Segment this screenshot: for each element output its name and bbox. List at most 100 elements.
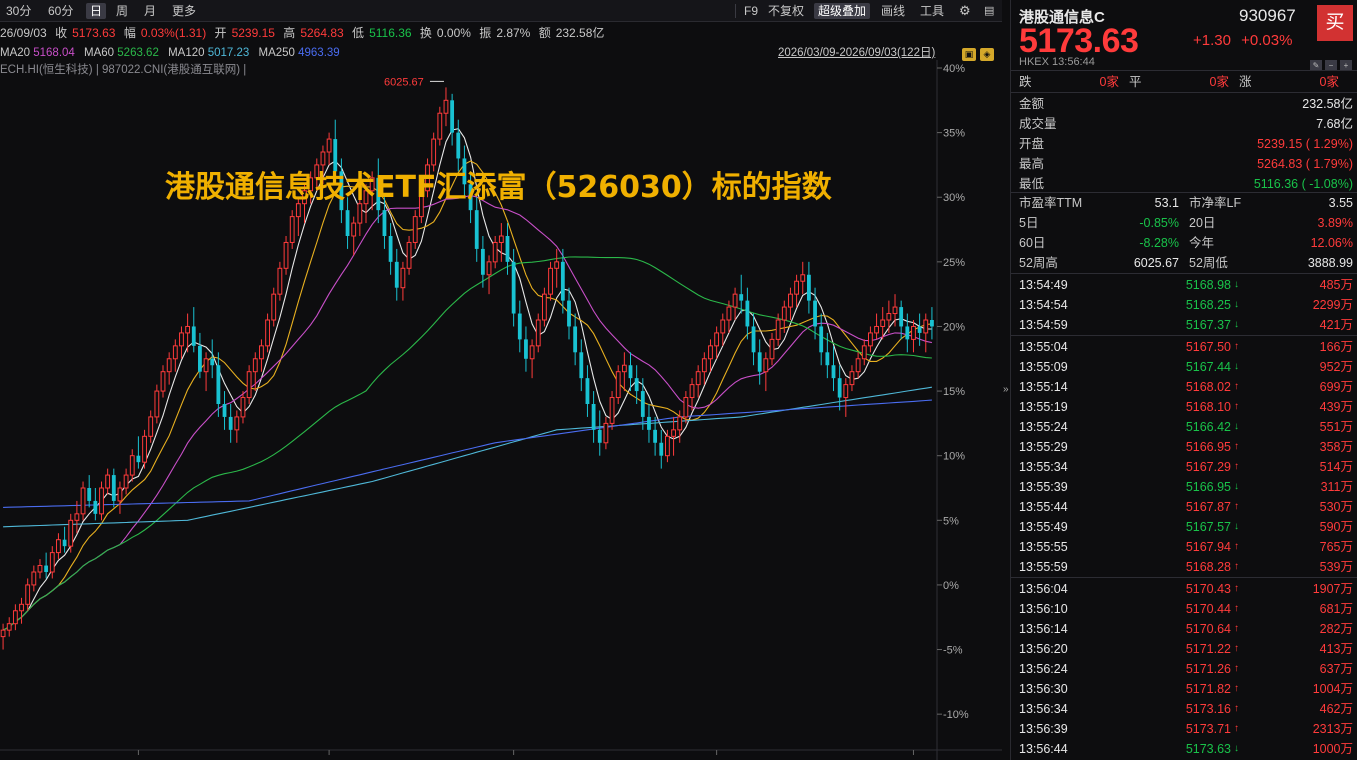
candle — [819, 313, 824, 366]
candle-body — [511, 261, 516, 314]
candle — [874, 313, 879, 340]
tick-time: 13:55:19 — [1019, 400, 1068, 414]
candle-body — [271, 293, 277, 321]
candle-body — [486, 261, 492, 276]
candle-body — [228, 416, 233, 430]
candle-body — [708, 345, 713, 360]
candle-body — [899, 307, 904, 327]
tick-price: 5168.10 — [1185, 400, 1231, 414]
arrow-up-icon: ↑ — [1234, 561, 1239, 572]
arrow-up-icon: ↑ — [1234, 501, 1239, 512]
draw-line-button[interactable]: 画线 — [877, 3, 909, 19]
collapse-panel-icon[interactable]: » — [1003, 384, 1009, 395]
candle — [769, 332, 775, 366]
y-tick-label: 30% — [943, 192, 965, 204]
arrow-up-icon: ↑ — [1234, 643, 1239, 654]
period-day-button[interactable]: 日 — [86, 3, 107, 19]
tick-price: 5173.63 — [1185, 742, 1231, 756]
tick-time: 13:55:24 — [1019, 420, 1068, 434]
tick-volume: 166万 — [1319, 340, 1353, 354]
tick-row: 13:55:44 5167.87 ↑ 530万 — [1019, 497, 1353, 517]
arrow-up-icon: ↑ — [1234, 663, 1239, 674]
tick-volume: 1907万 — [1312, 582, 1353, 596]
candle-body — [911, 325, 916, 340]
buy-button[interactable]: 买 — [1317, 5, 1353, 41]
arrow-down-icon: ↓ — [1234, 319, 1239, 330]
candle-body — [394, 261, 399, 288]
tick-time: 13:55:59 — [1019, 560, 1068, 574]
candle — [720, 313, 726, 346]
tick-row: 13:55:34 5167.29 ↑ 514万 — [1019, 457, 1353, 477]
tick-volume: 413万 — [1319, 642, 1353, 656]
arrow-up-icon: ↑ — [1234, 401, 1239, 412]
candle-body — [12, 610, 18, 625]
period-30min-button[interactable]: 30分 — [2, 3, 35, 19]
tick-volume: 765万 — [1319, 540, 1353, 554]
candle-body — [283, 241, 289, 269]
candle-body — [351, 222, 357, 237]
candle — [634, 365, 639, 404]
candle — [843, 378, 849, 417]
candle-body — [714, 332, 720, 347]
candle-body — [87, 488, 92, 501]
arrow-down-icon: ↓ — [1234, 743, 1239, 754]
candle-body — [640, 391, 645, 417]
tools-button[interactable]: 工具 — [916, 3, 948, 19]
tick-volume: 2313万 — [1312, 722, 1353, 736]
candle — [511, 248, 516, 327]
candle — [554, 248, 560, 288]
candle — [492, 236, 498, 269]
candle-body — [567, 300, 571, 327]
period-60min-button[interactable]: 60分 — [44, 3, 77, 19]
candle-body — [874, 325, 879, 334]
candle — [0, 623, 6, 650]
super-overlay-button[interactable]: 超级叠加 — [814, 3, 871, 19]
candle — [591, 391, 596, 443]
tick-time: 13:55:34 — [1019, 460, 1068, 474]
candle-body — [62, 539, 67, 547]
candle — [105, 468, 111, 495]
price-change: +1.30 +0.03% — [1193, 32, 1298, 49]
candle — [621, 352, 627, 392]
candle — [62, 526, 67, 553]
candle — [486, 255, 492, 295]
period-month-button[interactable]: 月 — [140, 3, 160, 19]
tick-volume: 539万 — [1319, 560, 1353, 574]
tick-price: 5167.50 — [1185, 340, 1231, 354]
tick-price: 5170.44 — [1185, 602, 1231, 616]
f9-button[interactable]: F9 — [740, 3, 762, 19]
metric-row: 60日 -8.28% 今年 12.06% — [1019, 233, 1353, 253]
divider — [1011, 273, 1357, 274]
tick-time: 13:56:34 — [1019, 702, 1068, 716]
candle-body — [203, 358, 209, 373]
candle — [117, 481, 123, 514]
candle-body — [861, 345, 867, 360]
metric-label: 5日 — [1019, 216, 1039, 230]
candle — [400, 261, 406, 301]
candle — [148, 410, 154, 443]
candle-body — [56, 539, 61, 554]
tick-time: 13:55:29 — [1019, 440, 1068, 454]
candle-body — [49, 552, 55, 573]
candle-body — [185, 325, 191, 334]
candle — [597, 410, 602, 456]
more-options-icon[interactable]: ▤ — [980, 3, 998, 19]
period-week-button[interactable]: 周 — [112, 3, 132, 19]
y-tick-label: 15% — [943, 386, 965, 398]
tick-volume: 462万 — [1319, 702, 1353, 716]
candle — [788, 287, 793, 320]
candle — [474, 197, 479, 262]
candle-body — [105, 474, 111, 489]
settings-gear-icon[interactable]: ⚙ — [955, 3, 975, 19]
chart-toolbar: 30分 60分 日 周 月 更多 F9 不复权 超级叠加 画线 工具 ⚙ ▤ — [0, 0, 1002, 22]
axes: -10%-5%0%5%10%15%20%25%30%35%40%26-0526-… — [0, 60, 1002, 760]
candle-body — [806, 274, 811, 301]
candle-body — [757, 352, 762, 372]
change-value: 0.03%(1.31) — [140, 26, 207, 40]
no-adjust-button[interactable]: 不复权 — [764, 3, 808, 19]
metric-value: 12.06% — [1310, 236, 1353, 250]
period-more-button[interactable]: 更多 — [168, 3, 200, 19]
candle-body — [222, 404, 227, 417]
tick-volume: 485万 — [1319, 278, 1353, 292]
date-range[interactable]: 2026/03/09-2026/09/03(122日) — [778, 45, 935, 61]
